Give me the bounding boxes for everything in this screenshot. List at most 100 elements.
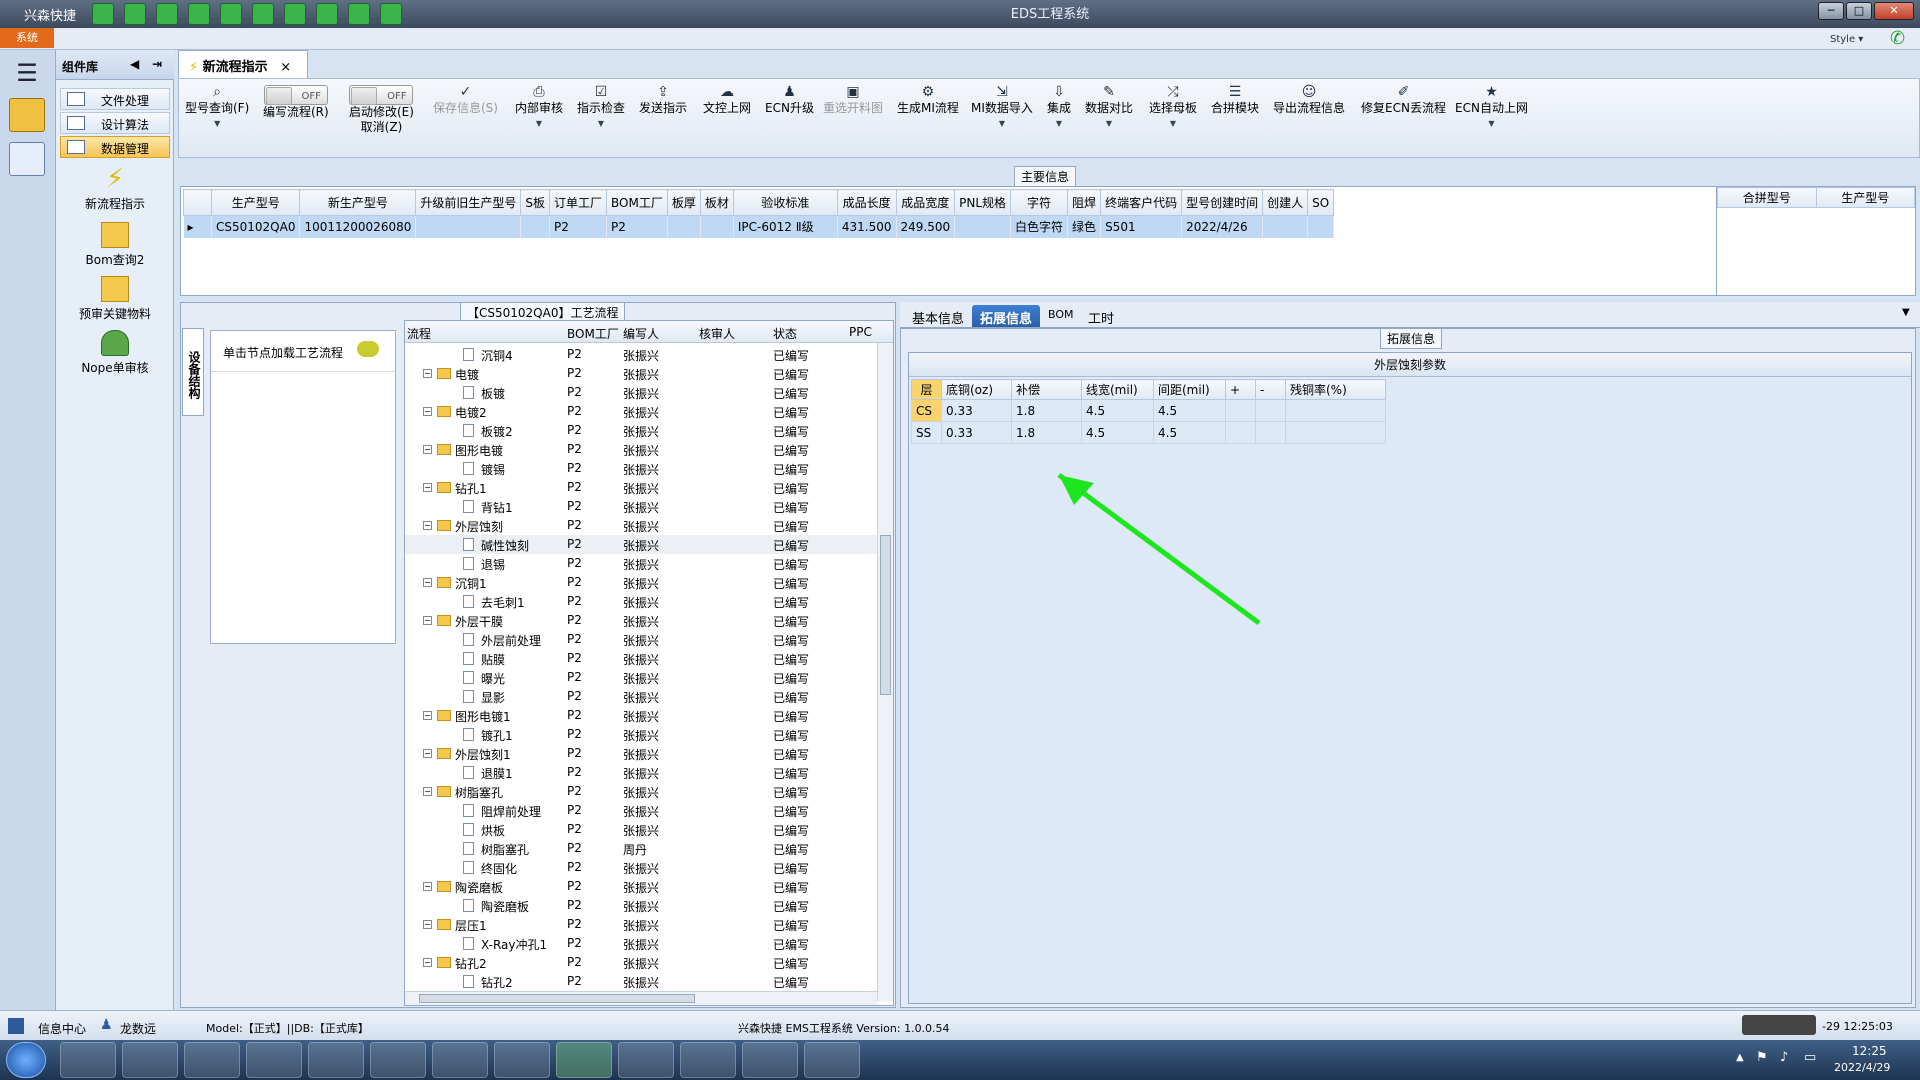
tree-row[interactable]: 阻焊前处理 P2 张振兴 已编写 xyxy=(405,801,877,820)
select-mother-button[interactable]: ⤮ 选择母板 ▼ xyxy=(1149,85,1197,131)
tree-row[interactable]: 树脂塞孔 P2 周丹 已编写 xyxy=(405,839,877,858)
taskbar-app-viewer[interactable] xyxy=(494,1042,550,1078)
enable-modify-switch[interactable]: OFF xyxy=(349,85,414,105)
close-button[interactable]: ✕ xyxy=(1874,2,1914,20)
column-header[interactable]: 字符 xyxy=(1010,189,1069,216)
tree-row[interactable]: 镀锡 P2 张振兴 已编写 xyxy=(405,459,877,478)
column-header[interactable]: 成品长度 xyxy=(836,189,897,216)
tree-row[interactable]: 贴膜 P2 张振兴 已编写 xyxy=(405,649,877,668)
tree-row[interactable]: − 层压1 P2 张振兴 已编写 xyxy=(405,915,877,934)
tree-row[interactable]: − 外层蚀刻 P2 张振兴 已编写 xyxy=(405,516,877,535)
cell[interactable] xyxy=(700,215,734,238)
tile-nope-review[interactable]: Nope单审核 xyxy=(60,330,170,376)
write-flow-toggle[interactable]: OFF 编写流程(R) xyxy=(263,85,329,120)
taskbar-app-calculator[interactable] xyxy=(742,1042,798,1078)
column-header[interactable]: 订单工厂 xyxy=(548,189,608,216)
taskbar-app-folder[interactable] xyxy=(804,1042,860,1078)
taskbar-app-save[interactable] xyxy=(246,1042,302,1078)
tree-row[interactable]: 显影 P2 张振兴 已编写 xyxy=(405,687,877,706)
collapse-toggle-icon[interactable]: − xyxy=(423,882,432,891)
tree-row[interactable]: − 外层干膜 P2 张振兴 已编写 xyxy=(405,611,877,630)
tree-row[interactable]: 板镀2 P2 张振兴 已编写 xyxy=(405,421,877,440)
column-header[interactable]: PPC xyxy=(849,325,872,339)
mi-import-button[interactable]: ⇲ MI数据导入 ▼ xyxy=(971,85,1033,131)
integrate-button[interactable]: ⇩ 集成 ▼ xyxy=(1047,85,1071,131)
column-header[interactable]: 板厚 xyxy=(666,189,701,216)
table-row[interactable]: ▸ CS50102QA0 10011200026080 P2 P2 IPC-60… xyxy=(183,215,1335,238)
column-header[interactable]: 验收标准 xyxy=(732,189,838,216)
column-header[interactable]: BOM工厂 xyxy=(567,325,619,342)
cell[interactable]: 249.500 xyxy=(896,215,956,238)
column-header[interactable]: 阻焊 xyxy=(1067,189,1102,216)
tree-row[interactable]: 曝光 P2 张振兴 已编写 xyxy=(405,668,877,687)
tree-row[interactable]: 钻孔2 P2 张振兴 已编写 xyxy=(405,972,877,991)
cell[interactable] xyxy=(667,215,701,238)
internal-review-button[interactable]: ⎙ 内部审核 ▼ xyxy=(515,85,563,131)
collapse-toggle-icon[interactable]: − xyxy=(423,920,432,929)
taskbar-app-messenger[interactable] xyxy=(184,1042,240,1078)
tree-row[interactable]: 终固化 P2 张振兴 已编写 xyxy=(405,858,877,877)
collapse-toggle-icon[interactable]: − xyxy=(423,369,432,378)
tray-popup-icon[interactable] xyxy=(1742,1015,1816,1035)
tree-row[interactable]: 陶瓷磨板 P2 张振兴 已编写 xyxy=(405,896,877,915)
fix-ecn-button[interactable]: ✐ 修复ECN丢流程 xyxy=(1361,85,1446,116)
column-header[interactable]: 流程 xyxy=(407,325,431,342)
cell[interactable]: 2022/4/26 xyxy=(1181,215,1264,238)
monitor-icon[interactable] xyxy=(380,3,402,25)
yx-module-icon[interactable] xyxy=(9,98,45,132)
taskbar-app-shell[interactable] xyxy=(60,1042,116,1078)
collapse-toggle-icon[interactable]: − xyxy=(423,483,432,492)
collapse-toggle-icon[interactable]: − xyxy=(423,711,432,720)
chevron-down-icon[interactable]: ▼ xyxy=(1902,307,1910,318)
chevron-left-icon[interactable]: ◀ xyxy=(130,57,139,71)
ecn-auto-button[interactable]: ★ ECN自动上网 ▼ xyxy=(1455,85,1528,131)
tree-row[interactable]: − 电镀2 P2 张振兴 已编写 xyxy=(405,402,877,421)
collapse-toggle-icon[interactable]: − xyxy=(423,445,432,454)
cell[interactable]: S501 xyxy=(1100,215,1183,238)
cell[interactable]: P2 xyxy=(606,215,668,238)
merge-module-button[interactable]: ☰ 合拼模块 xyxy=(1211,85,1259,116)
collapse-toggle-icon[interactable]: − xyxy=(423,616,432,625)
column-header[interactable]: 生产型号 xyxy=(210,189,301,216)
tile-new-flow[interactable]: ⚡ 新流程指示 xyxy=(60,166,170,212)
style-selector[interactable]: Style ▾ xyxy=(1830,34,1863,45)
tab-bom[interactable]: BOM xyxy=(1040,305,1082,327)
enable-modify-toggle[interactable]: OFF 启动修改(E) 取消(Z) xyxy=(349,85,414,135)
tab-work-hours[interactable]: 工时 xyxy=(1080,305,1122,327)
taskbar-app-eye[interactable] xyxy=(370,1042,426,1078)
collapse-toggle-icon[interactable]: − xyxy=(423,749,432,758)
cell[interactable] xyxy=(1307,215,1335,238)
column-header[interactable]: 成品宽度 xyxy=(895,189,956,216)
tab-device-structure[interactable]: 设备结构 xyxy=(182,328,204,416)
tree-horizontal-scrollbar[interactable] xyxy=(405,991,877,1005)
tree-row[interactable]: 背钻1 P2 张振兴 已编写 xyxy=(405,497,877,516)
cell[interactable] xyxy=(954,215,1012,238)
taskbar-app-excel[interactable] xyxy=(618,1042,674,1078)
save-info-button[interactable]: ✓ 保存信息(S) xyxy=(433,85,498,116)
cell[interactable] xyxy=(520,215,550,238)
system-menu-button[interactable]: 系统 xyxy=(0,28,54,48)
lib-item-design-algorithm[interactable]: 设计算法 xyxy=(60,112,170,134)
write-flow-switch[interactable]: OFF xyxy=(263,85,328,105)
instr-check-button[interactable]: ☑ 指示检查 ▼ xyxy=(577,85,625,131)
tree-row[interactable]: 退膜1 P2 张振兴 已编写 xyxy=(405,763,877,782)
tree-row[interactable]: − 钻孔2 P2 张振兴 已编写 xyxy=(405,953,877,972)
grid-alt-icon[interactable] xyxy=(284,3,306,25)
cell[interactable]: 431.500 xyxy=(837,215,897,238)
tree-row[interactable]: 烘板 P2 张振兴 已编写 xyxy=(405,820,877,839)
column-header[interactable]: 型号创建时间 xyxy=(1181,189,1264,216)
minimize-button[interactable]: ─ xyxy=(1818,2,1844,20)
ecn-upgrade-button[interactable]: ♟ ECN升级 xyxy=(765,85,814,116)
phone-icon[interactable]: ✆ xyxy=(1890,28,1912,49)
collapse-toggle-icon[interactable]: − xyxy=(423,787,432,796)
tree-row[interactable]: X-Ray冲孔1 P2 张振兴 已编写 xyxy=(405,934,877,953)
doc-upload-button[interactable]: ☁ 文控上网 xyxy=(703,85,751,116)
grid-icon[interactable] xyxy=(156,3,178,25)
column-header[interactable]: 新生产型号 xyxy=(299,189,417,216)
tree-row[interactable]: − 钻孔1 P2 张振兴 已编写 xyxy=(405,478,877,497)
tab-extended-info[interactable]: 拓展信息 xyxy=(972,305,1041,327)
tree-row[interactable]: 镀孔1 P2 张振兴 已编写 xyxy=(405,725,877,744)
column-header[interactable]: 终端客户代码 xyxy=(1100,189,1183,216)
column-header[interactable]: SO xyxy=(1307,189,1335,216)
cell[interactable] xyxy=(1262,215,1309,238)
